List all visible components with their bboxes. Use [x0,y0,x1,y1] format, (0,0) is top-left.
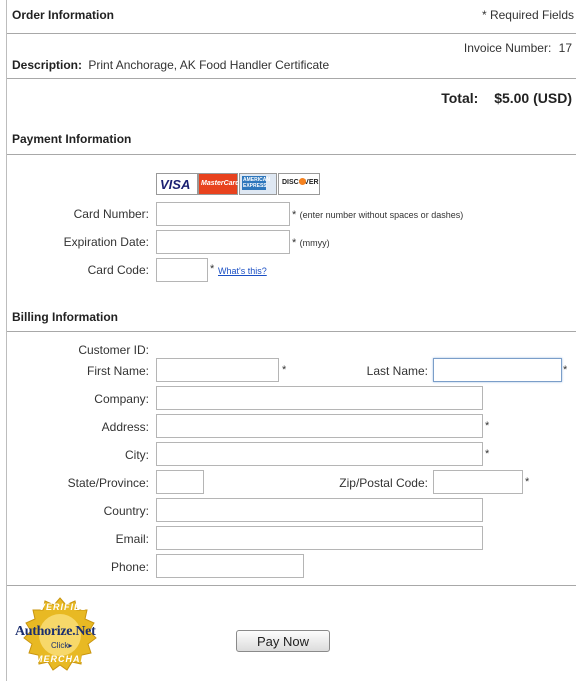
expiration-date-label: Expiration Date: [63,235,149,249]
phone-input[interactable] [156,554,304,578]
required-star: * [210,263,215,275]
last-name-label: Last Name: [366,364,428,378]
total-value: $5.00 (USD) [494,90,572,106]
divider [7,585,576,586]
customer-id-label: Customer ID: [78,343,149,357]
required-star: * [525,476,530,488]
city-input[interactable] [156,442,483,466]
state-province-input[interactable] [156,470,204,494]
first-name-label: First Name: [86,364,149,378]
divider [7,331,576,332]
authorize-net-verified-merchant-seal[interactable]: VERIFIED Authorize.Net Click▸ MERCHANT [14,596,106,676]
zip-postal-code-label: Zip/Postal Code: [339,476,428,490]
email-label: Email: [115,532,149,546]
address-label: Address: [101,420,149,434]
required-star: * [485,448,490,460]
seal-merchant-text: MERCHANT [35,654,95,664]
card-number-label: Card Number: [73,207,149,221]
zip-postal-code-input[interactable] [433,470,523,494]
last-name-input[interactable] [433,358,562,382]
billing-information-heading: Billing Information [12,310,118,324]
order-description: Description: Print Anchorage, AK Food Ha… [12,58,329,72]
city-label: City: [125,448,149,462]
required-star: * [563,364,568,376]
company-label: Company: [94,392,149,406]
order-total: Total: $5.00 (USD) [441,90,572,106]
pay-now-button[interactable]: Pay Now [236,630,330,652]
address-input[interactable] [156,414,483,438]
american-express-card-icon: AMERICAN EXPRESS [239,173,277,195]
state-province-label: State/Province: [67,476,149,490]
card-number-input[interactable] [156,202,290,226]
invoice-number: Invoice Number: 17 [464,41,572,55]
payment-information-heading: Payment Information [12,132,132,146]
email-input[interactable] [156,526,483,550]
required-fields-note: * Required Fields [481,8,574,22]
mastercard-card-icon: MasterCard [198,173,240,195]
visa-card-icon: VISA [156,173,198,195]
required-star: * [485,420,490,432]
divider [7,78,576,79]
seal-verified-text: VERIFIED [39,602,89,612]
company-input[interactable] [156,386,483,410]
card-number-hint: * (enter number without spaces or dashes… [292,209,464,221]
phone-label: Phone: [110,560,149,574]
card-code-input[interactable] [156,258,208,282]
order-information-heading: Order Information [12,8,115,22]
description-value: Print Anchorage, AK Food Handler Certifi… [88,58,330,72]
first-name-input[interactable] [156,358,279,382]
total-label: Total: [441,90,479,106]
discover-card-icon: DISCOVER [278,173,320,195]
country-label: Country: [103,504,149,518]
play-arrow-icon: ▸ [68,641,73,650]
seal-brand-text: Authorize.Net [15,624,96,639]
seal-click-text: Click▸ [51,641,73,650]
description-label: Description: [12,58,83,72]
divider [7,154,576,155]
whats-this-link[interactable]: What's this? [218,266,267,276]
divider [7,33,576,34]
expiration-date-hint: * (mmyy) [292,237,330,249]
invoice-label: Invoice Number: [463,41,552,55]
invoice-value: 17 [558,41,572,55]
card-code-label: Card Code: [87,263,149,277]
required-star: * [282,364,287,376]
left-border [6,0,7,681]
country-input[interactable] [156,498,483,522]
expiration-date-input[interactable] [156,230,290,254]
